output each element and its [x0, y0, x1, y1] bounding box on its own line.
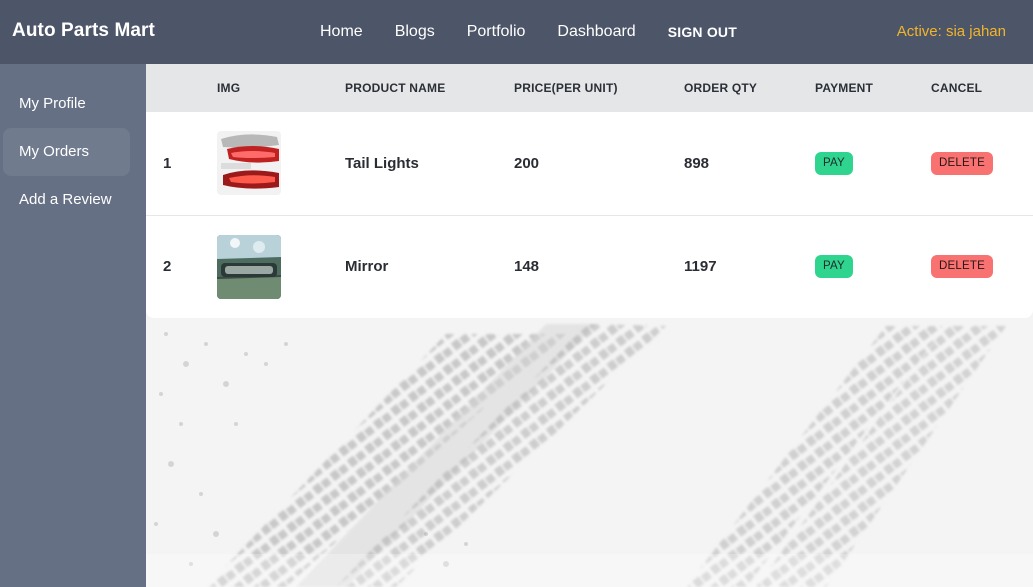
product-image — [217, 131, 281, 196]
orders-table-container: IMG PRODUCT NAME PRICE(PER UNIT) ORDER Q… — [146, 64, 1033, 318]
active-user-label: Active: sia jahan — [896, 23, 1006, 40]
brand-logo-text[interactable]: Auto Parts Mart — [12, 20, 155, 42]
main-content: IMG PRODUCT NAME PRICE(PER UNIT) ORDER Q… — [146, 64, 1033, 587]
header-index — [146, 64, 217, 112]
header-payment: PAYMENT — [815, 81, 874, 95]
header-product-name: PRODUCT NAME — [345, 81, 446, 95]
product-name: Tail Lights — [345, 154, 419, 172]
nav-link-blogs[interactable]: Blogs — [395, 23, 435, 41]
sidebar-item-my-orders[interactable]: My Orders — [3, 128, 130, 176]
order-qty: 898 — [684, 154, 710, 172]
order-qty: 1197 — [684, 258, 717, 276]
header-cancel: CANCEL — [931, 81, 983, 95]
sidebar-item-add-review[interactable]: Add a Review — [3, 176, 130, 224]
delete-button[interactable]: DELETE — [931, 255, 993, 279]
sign-out-button[interactable]: SIGN OUT — [668, 24, 737, 40]
row-index: 1 — [163, 154, 172, 172]
nav-link-home[interactable]: Home — [320, 23, 363, 41]
delete-button[interactable]: DELETE — [931, 151, 993, 175]
orders-table: IMG PRODUCT NAME PRICE(PER UNIT) ORDER Q… — [146, 64, 1033, 318]
dashboard-sidebar: My Profile My Orders Add a Review — [0, 64, 146, 587]
pay-button[interactable]: PAY — [815, 255, 853, 279]
product-image — [217, 234, 281, 299]
orders-table-header: IMG PRODUCT NAME PRICE(PER UNIT) ORDER Q… — [146, 64, 1033, 112]
top-navbar: Auto Parts Mart Home Blogs Portfolio Das… — [0, 0, 1033, 64]
header-order-qty: ORDER QTY — [684, 81, 758, 95]
product-price: 200 — [514, 154, 540, 172]
nav-links: Home Blogs Portfolio Dashboard SIGN OUT — [320, 0, 737, 64]
header-img: IMG — [217, 81, 241, 95]
nav-link-portfolio[interactable]: Portfolio — [467, 23, 526, 41]
row-index: 2 — [163, 258, 172, 276]
nav-link-dashboard[interactable]: Dashboard — [557, 23, 635, 41]
table-row: 2 Mirror 148 1197 PAY DELETE — [146, 215, 1033, 318]
product-name: Mirror — [345, 258, 389, 276]
pay-button[interactable]: PAY — [815, 151, 853, 175]
table-row: 1 Tail Lights 200 898 PAY DELETE — [146, 112, 1033, 215]
product-price: 148 — [514, 258, 540, 276]
header-price: PRICE(PER UNIT) — [514, 81, 618, 95]
sidebar-item-my-profile[interactable]: My Profile — [3, 80, 130, 128]
